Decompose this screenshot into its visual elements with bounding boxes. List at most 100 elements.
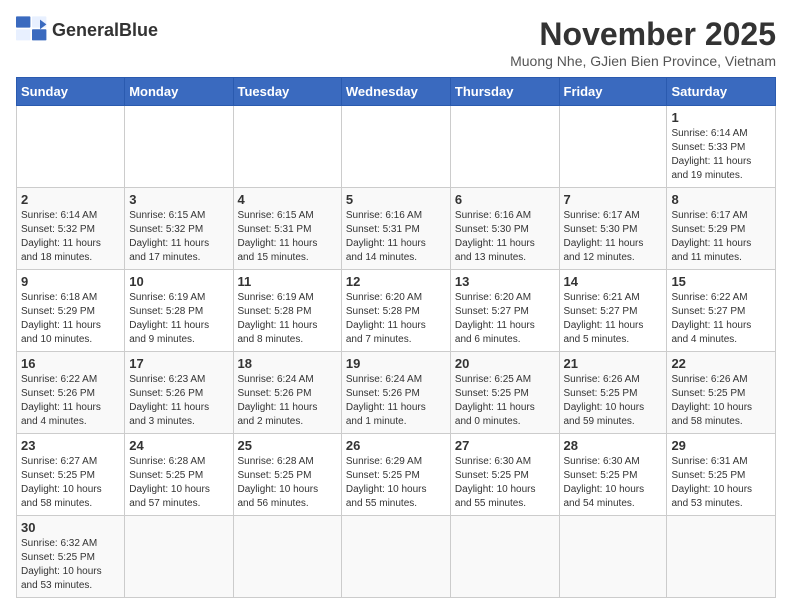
calendar-cell <box>559 106 667 188</box>
day-number: 20 <box>455 356 555 371</box>
weekday-header-wednesday: Wednesday <box>341 78 450 106</box>
weekday-header-monday: Monday <box>125 78 233 106</box>
calendar-cell: 7Sunrise: 6:17 AM Sunset: 5:30 PM Daylig… <box>559 188 667 270</box>
day-info: Sunrise: 6:27 AM Sunset: 5:25 PM Dayligh… <box>21 455 120 511</box>
weekday-header-sunday: Sunday <box>17 78 125 106</box>
day-number: 1 <box>671 110 771 125</box>
calendar-cell: 14 Sunrise: 6:21 AM Sunset: 5:27 PM Dayli… <box>559 270 667 352</box>
calendar-cell <box>341 106 450 188</box>
day-info: Sunrise: 6:26 AM Sunset: 5:25 PM Dayligh… <box>671 373 771 429</box>
day-number: 15 <box>671 274 771 289</box>
weekday-header-thursday: Thursday <box>450 78 559 106</box>
calendar-cell: 10 Sunrise: 6:19 AM Sunset: 5:28 PM Dayli… <box>125 270 233 352</box>
calendar-cell: 17Sunrise: 6:23 AM Sunset: 5:26 PM Dayli… <box>125 352 233 434</box>
day-info: Sunrise: 6:14 AM Sunset: 5:32 PM Dayligh… <box>21 209 120 265</box>
calendar-cell: 3 Sunrise: 6:15 AM Sunset: 5:32 PM Daylig… <box>125 188 233 270</box>
calendar-cell <box>450 516 559 598</box>
day-info: Sunrise: 6:32 AM Sunset: 5:25 PM Dayligh… <box>21 537 120 593</box>
calendar-week-row: 9 Sunrise: 6:18 AM Sunset: 5:29 PM Daylig… <box>17 270 776 352</box>
weekday-header-tuesday: Tuesday <box>233 78 341 106</box>
day-info: Sunrise: 6:16 AM Sunset: 5:30 PM Dayligh… <box>455 209 555 265</box>
day-number: 27 <box>455 438 555 453</box>
calendar-cell: 19 Sunrise: 6:24 AM Sunset: 5:26 PM Dayli… <box>341 352 450 434</box>
day-number: 5 <box>346 192 446 207</box>
calendar-cell: 15 Sunrise: 6:22 AM Sunset: 5:27 PM Dayli… <box>667 270 776 352</box>
logo: GeneralBlue <box>16 16 158 44</box>
calendar-cell <box>17 106 125 188</box>
day-number: 7 <box>564 192 663 207</box>
calendar-table: SundayMondayTuesdayWednesdayThursdayFrid… <box>16 77 776 598</box>
day-number: 10 <box>129 274 228 289</box>
calendar-cell <box>233 516 341 598</box>
day-number: 16 <box>21 356 120 371</box>
day-info: Sunrise: 6:30 AM Sunset: 5:25 PM Dayligh… <box>455 455 555 511</box>
calendar-cell: 18Sunrise: 6:24 AM Sunset: 5:26 PM Dayli… <box>233 352 341 434</box>
day-info: Sunrise: 6:15 AM Sunset: 5:32 PM Dayligh… <box>129 209 228 265</box>
day-number: 12 <box>346 274 446 289</box>
day-number: 22 <box>671 356 771 371</box>
day-number: 25 <box>238 438 337 453</box>
calendar-cell <box>559 516 667 598</box>
calendar-cell <box>450 106 559 188</box>
day-info: Sunrise: 6:18 AM Sunset: 5:29 PM Dayligh… <box>21 291 120 347</box>
day-info: Sunrise: 6:24 AM Sunset: 5:26 PM Dayligh… <box>346 373 446 429</box>
title-area: November 2025 Muong Nhe, GJien Bien Prov… <box>510 16 776 69</box>
weekday-header-friday: Friday <box>559 78 667 106</box>
location-subtitle: Muong Nhe, GJien Bien Province, Vietnam <box>510 53 776 69</box>
calendar-cell: 30 Sunrise: 6:32 AM Sunset: 5:25 PM Dayli… <box>17 516 125 598</box>
day-number: 4 <box>238 192 337 207</box>
day-info: Sunrise: 6:20 AM Sunset: 5:28 PM Dayligh… <box>346 291 446 347</box>
day-info: Sunrise: 6:28 AM Sunset: 5:25 PM Dayligh… <box>238 455 337 511</box>
day-number: 19 <box>346 356 446 371</box>
day-number: 8 <box>671 192 771 207</box>
day-number: 24 <box>129 438 228 453</box>
day-info: Sunrise: 6:20 AM Sunset: 5:27 PM Dayligh… <box>455 291 555 347</box>
calendar-cell: 13 Sunrise: 6:20 AM Sunset: 5:27 PM Dayli… <box>450 270 559 352</box>
calendar-cell: 29 Sunrise: 6:31 AM Sunset: 5:25 PM Dayli… <box>667 434 776 516</box>
day-info: Sunrise: 6:28 AM Sunset: 5:25 PM Dayligh… <box>129 455 228 511</box>
day-info: Sunrise: 6:22 AM Sunset: 5:27 PM Dayligh… <box>671 291 771 347</box>
day-info: Sunrise: 6:30 AM Sunset: 5:25 PM Dayligh… <box>564 455 663 511</box>
calendar-cell <box>233 106 341 188</box>
calendar-cell <box>341 516 450 598</box>
month-title: November 2025 <box>510 16 776 53</box>
calendar-cell: 8 Sunrise: 6:17 AM Sunset: 5:29 PM Daylig… <box>667 188 776 270</box>
calendar-cell: 12 Sunrise: 6:20 AM Sunset: 5:28 PM Dayli… <box>341 270 450 352</box>
day-number: 21 <box>564 356 663 371</box>
calendar-cell: 28Sunrise: 6:30 AM Sunset: 5:25 PM Dayli… <box>559 434 667 516</box>
day-info: Sunrise: 6:25 AM Sunset: 5:25 PM Dayligh… <box>455 373 555 429</box>
day-info: Sunrise: 6:15 AM Sunset: 5:31 PM Dayligh… <box>238 209 337 265</box>
day-number: 2 <box>21 192 120 207</box>
day-info: Sunrise: 6:19 AM Sunset: 5:28 PM Dayligh… <box>238 291 337 347</box>
calendar-cell: 27 Sunrise: 6:30 AM Sunset: 5:25 PM Dayli… <box>450 434 559 516</box>
day-number: 9 <box>21 274 120 289</box>
calendar-cell: 4 Sunrise: 6:15 AM Sunset: 5:31 PM Daylig… <box>233 188 341 270</box>
day-number: 3 <box>129 192 228 207</box>
day-info: Sunrise: 6:21 AM Sunset: 5:27 PM Dayligh… <box>564 291 663 347</box>
day-info: Sunrise: 6:31 AM Sunset: 5:25 PM Dayligh… <box>671 455 771 511</box>
calendar-week-row: 23Sunrise: 6:27 AM Sunset: 5:25 PM Dayli… <box>17 434 776 516</box>
day-info: Sunrise: 6:24 AM Sunset: 5:26 PM Dayligh… <box>238 373 337 429</box>
calendar-week-row: 1Sunrise: 6:14 AM Sunset: 5:33 PM Daylig… <box>17 106 776 188</box>
day-number: 6 <box>455 192 555 207</box>
day-number: 29 <box>671 438 771 453</box>
calendar-cell <box>125 106 233 188</box>
calendar-week-row: 2 Sunrise: 6:14 AM Sunset: 5:32 PM Daylig… <box>17 188 776 270</box>
logo-text: GeneralBlue <box>52 20 158 41</box>
calendar-cell <box>125 516 233 598</box>
day-info: Sunrise: 6:19 AM Sunset: 5:28 PM Dayligh… <box>129 291 228 347</box>
calendar-cell: 25 Sunrise: 6:28 AM Sunset: 5:25 PM Dayli… <box>233 434 341 516</box>
day-number: 14 <box>564 274 663 289</box>
weekday-header-saturday: Saturday <box>667 78 776 106</box>
calendar-cell: 22 Sunrise: 6:26 AM Sunset: 5:25 PM Dayli… <box>667 352 776 434</box>
day-number: 13 <box>455 274 555 289</box>
page-header: GeneralBlue November 2025 Muong Nhe, GJi… <box>16 16 776 69</box>
day-info: Sunrise: 6:29 AM Sunset: 5:25 PM Dayligh… <box>346 455 446 511</box>
logo-icon <box>16 16 48 44</box>
calendar-week-row: 30 Sunrise: 6:32 AM Sunset: 5:25 PM Dayli… <box>17 516 776 598</box>
calendar-cell <box>667 516 776 598</box>
day-info: Sunrise: 6:17 AM Sunset: 5:29 PM Dayligh… <box>671 209 771 265</box>
day-number: 30 <box>21 520 120 535</box>
calendar-week-row: 16Sunrise: 6:22 AM Sunset: 5:26 PM Dayli… <box>17 352 776 434</box>
calendar-cell: 23Sunrise: 6:27 AM Sunset: 5:25 PM Dayli… <box>17 434 125 516</box>
